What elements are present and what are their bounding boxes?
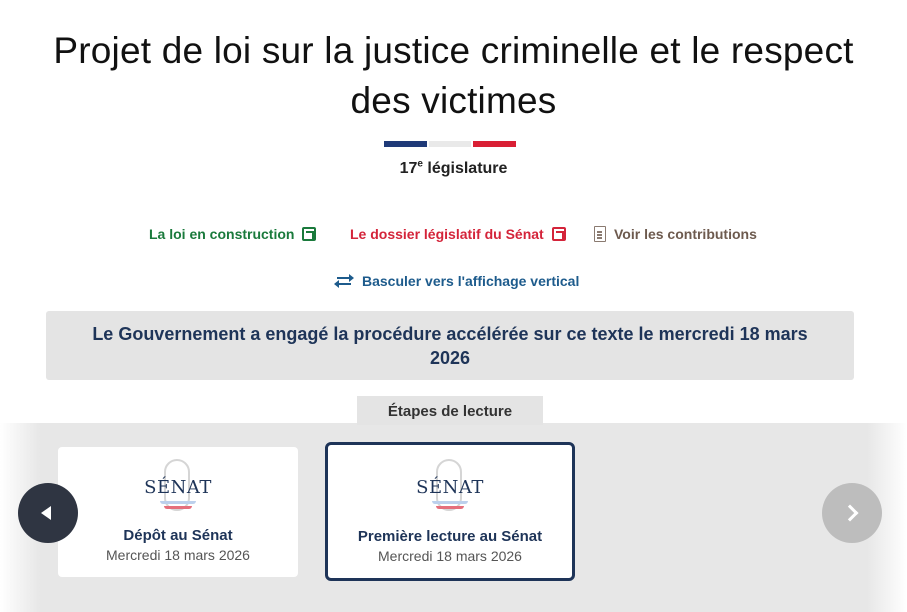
link-loi-en-construction[interactable]: La loi en construction [149, 226, 317, 242]
senat-logo-icon: SÉNAT [410, 459, 490, 521]
link-contributions-label: Voir les contributions [614, 226, 757, 242]
senat-logo-text: SÉNAT [416, 477, 484, 498]
swap-arrows-icon [334, 273, 354, 289]
carousel-prev-button[interactable] [18, 483, 78, 543]
legislature-suffix: e [417, 158, 423, 170]
tab-etapes-de-lecture[interactable]: Étapes de lecture [357, 396, 543, 425]
link-dossier-label: Le dossier législatif du Sénat [350, 226, 544, 242]
carousel-next-button[interactable] [822, 483, 882, 543]
tricolor-divider [384, 141, 517, 147]
step-title: Première lecture au Sénat [357, 528, 543, 545]
link-dossier-senat[interactable]: Le dossier législatif du Sénat [350, 226, 566, 242]
step-date: Mercredi 18 mars 2026 [106, 547, 250, 563]
toggle-vertical-view-button[interactable]: Basculer vers l'affichage vertical [334, 273, 580, 289]
external-link-icon [302, 227, 317, 241]
legislature-label: 17e législature [0, 158, 907, 178]
procedure-banner: Le Gouvernement a engagé la procédure ac… [46, 311, 854, 380]
external-links: La loi en construction Le dossier législ… [0, 226, 907, 246]
document-icon [594, 226, 606, 242]
link-loi-label: La loi en construction [149, 226, 295, 242]
page-title: Projet de loi sur la justice criminelle … [53, 30, 854, 121]
toggle-label: Basculer vers l'affichage vertical [362, 273, 580, 289]
legislature-number: 17 [399, 160, 418, 177]
link-contributions[interactable]: Voir les contributions [594, 226, 757, 242]
step-card-premiere-lecture[interactable]: SÉNAT Première lecture au Sénat Mercredi… [325, 442, 575, 581]
legislature-text: législature [427, 160, 508, 177]
arrow-left-icon [41, 506, 51, 520]
senat-logo-text: SÉNAT [144, 477, 212, 498]
step-card-depot[interactable]: SÉNAT Dépôt au Sénat Mercredi 18 mars 20… [58, 447, 298, 577]
step-title: Dépôt au Sénat [123, 527, 233, 544]
external-link-icon [551, 227, 566, 241]
senat-logo-icon: SÉNAT [138, 459, 218, 521]
chevron-right-icon [841, 504, 858, 522]
step-date: Mercredi 18 mars 2026 [378, 548, 522, 564]
